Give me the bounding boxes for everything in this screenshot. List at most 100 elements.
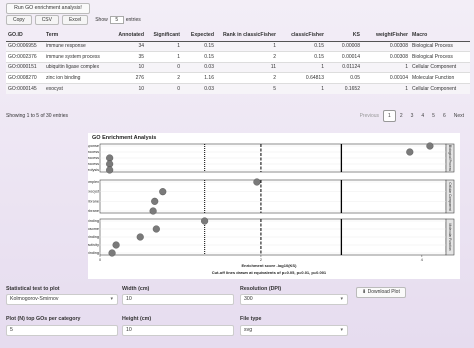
table-row[interactable]: GO:0006955 immune response 34 1 0.15 1 0.15 0.0… xyxy=(6,40,470,52)
go-enrichment-plot: GO Enrichment Analysis Biological Process… xyxy=(43,133,460,279)
chart-title: GO Enrichment Analysis xyxy=(92,135,156,141)
resolution-label: Resolution (DPI) xyxy=(240,286,282,292)
column-header[interactable]: Term xyxy=(44,29,110,42)
plot-settings-form: Statistical test to plot Kolmogorov-Smir… xyxy=(6,286,466,346)
term-label: biological_process xyxy=(88,162,99,166)
table-cell: 35 xyxy=(110,51,146,62)
pagination: Previous 1 2 3 4 5 6 Next xyxy=(356,110,468,122)
stat-test-label: Statistical test to plot xyxy=(6,286,60,292)
table-cell: GO:0006955 xyxy=(6,40,44,52)
data-point xyxy=(106,160,114,168)
excel-button[interactable]: Excel xyxy=(61,14,89,25)
column-header[interactable]: GO.ID xyxy=(6,29,44,42)
previous-page-button[interactable]: Previous xyxy=(356,111,383,121)
table-cell: ubiquitin ligase complex xyxy=(44,61,110,73)
table-cell: zinc ion binding xyxy=(44,72,110,83)
table-cell: 0.15 xyxy=(182,40,216,52)
page-button[interactable]: 6 xyxy=(439,111,450,121)
stat-test-value: Kolmogorov-Smirnov xyxy=(10,296,59,302)
table-cell: exocyst xyxy=(44,82,110,94)
page-button[interactable]: 2 xyxy=(396,111,407,121)
facet-label: Molecular Function xyxy=(448,224,452,251)
table-row[interactable]: GO:0000145 exocyst 10 0 0.03 5 1 0.1652 1 Cellula… xyxy=(6,82,470,94)
term-label: exocyst xyxy=(88,190,100,194)
table-cell: 1 xyxy=(278,82,326,94)
table-cell: Cellular Component xyxy=(410,82,470,94)
column-header[interactable]: KS xyxy=(326,29,362,42)
height-input[interactable]: 10 xyxy=(122,325,234,336)
download-plot-button[interactable]: ⬇ Download Plot xyxy=(356,287,406,298)
table-cell: 1 xyxy=(146,40,182,52)
resolution-select[interactable]: 300 ▾ xyxy=(240,294,348,305)
table-cell: 0.01124 xyxy=(326,61,362,73)
table-row[interactable]: GO:0008270 zinc ion binding 276 2 1.16 2 0.648… xyxy=(6,72,470,83)
data-point xyxy=(159,188,167,196)
term-label: calcium ion binding xyxy=(88,251,99,255)
table-toolbar: Copy CSV Excel Show 5 entries xyxy=(6,14,141,25)
data-point xyxy=(136,233,144,241)
table-cell: 0.00008 xyxy=(326,40,362,52)
table-cell: 2 xyxy=(216,51,278,62)
table-cell: 276 xyxy=(110,72,146,83)
term-label: immune response xyxy=(88,144,99,148)
table-cell: 34 xyxy=(110,40,146,52)
stat-test-select[interactable]: Kolmogorov-Smirnov ▾ xyxy=(6,294,118,305)
table-cell: 0.15 xyxy=(278,40,326,52)
copy-button[interactable]: Copy xyxy=(6,14,32,25)
table-cell: 10 xyxy=(110,61,146,73)
page-button[interactable]: 3 xyxy=(407,111,418,121)
table-cell: 1 xyxy=(362,82,410,94)
facet-label: Cellular Component xyxy=(448,182,452,210)
data-point xyxy=(152,225,160,233)
csv-button[interactable]: CSV xyxy=(34,14,59,25)
table-header-row: GO.ID Term Annotated Significant Expected Ran… xyxy=(6,29,470,42)
data-point xyxy=(406,148,414,156)
table-cell: 10 xyxy=(110,82,146,94)
table-row[interactable]: GO:0000151 ubiquitin ligase complex 10 0 0.0… xyxy=(6,61,470,73)
chevron-down-icon: ▾ xyxy=(340,327,343,333)
table-row[interactable]: GO:0002376 immune system process 35 1 0.15 2 0… xyxy=(6,51,470,62)
top-go-input[interactable]: 5 xyxy=(6,325,118,336)
data-point xyxy=(149,207,157,215)
column-header[interactable]: Expected xyxy=(182,29,216,42)
table-cell: 0 xyxy=(146,61,182,73)
page-button[interactable]: 5 xyxy=(428,111,439,121)
data-point xyxy=(201,217,209,225)
page-length-select[interactable]: 5 xyxy=(109,15,124,24)
column-header[interactable]: classicFisher xyxy=(278,29,326,42)
table-cell: 1 xyxy=(146,51,182,62)
file-type-label: File type xyxy=(240,316,262,322)
column-header[interactable]: Macro xyxy=(410,29,470,42)
download-plot-label: Download Plot xyxy=(367,289,400,295)
column-header[interactable]: Significant xyxy=(146,29,182,42)
term-label: intrinsic component of membrane xyxy=(88,209,99,213)
table-cell: immune system process xyxy=(44,51,110,62)
run-go-analysis-button[interactable]: Run GO enrichment analysis! xyxy=(6,3,90,14)
page-button[interactable]: 1 xyxy=(383,110,396,122)
resolution-value: 300 xyxy=(244,296,253,302)
top-go-label: Plot (N) top GOs per category xyxy=(6,316,81,322)
next-page-button[interactable]: Next xyxy=(450,111,468,121)
file-type-select[interactable]: svg ▾ xyxy=(240,325,348,336)
column-header[interactable]: Rank in classicFisher xyxy=(216,29,278,42)
table-cell: 11 xyxy=(216,61,278,73)
data-point xyxy=(151,197,159,205)
chart-caption: Cut-off lines drawn at equivalents of p=… xyxy=(212,270,327,275)
table-cell: 0 xyxy=(146,82,182,94)
height-label: Height (cm) xyxy=(122,316,152,322)
facet-label: Biological Process xyxy=(448,145,452,171)
column-header[interactable]: weightFisher xyxy=(362,29,410,42)
data-point xyxy=(106,154,114,162)
table-cell: 0.00014 xyxy=(326,51,362,62)
column-header[interactable]: Annotated xyxy=(110,29,146,42)
page-button[interactable]: 4 xyxy=(417,111,428,121)
table-cell: 0.03 xyxy=(182,82,216,94)
width-input[interactable]: 10 xyxy=(122,294,234,305)
table-cell: 0.64813 xyxy=(278,72,326,83)
entries-label: entries xyxy=(125,16,141,23)
data-point xyxy=(253,178,261,186)
term-label: structural constituent of ribosome xyxy=(88,227,99,231)
table-cell: 1 xyxy=(216,40,278,52)
table-cell: immune response xyxy=(44,40,110,52)
table-cell: GO:0000151 xyxy=(6,61,44,73)
